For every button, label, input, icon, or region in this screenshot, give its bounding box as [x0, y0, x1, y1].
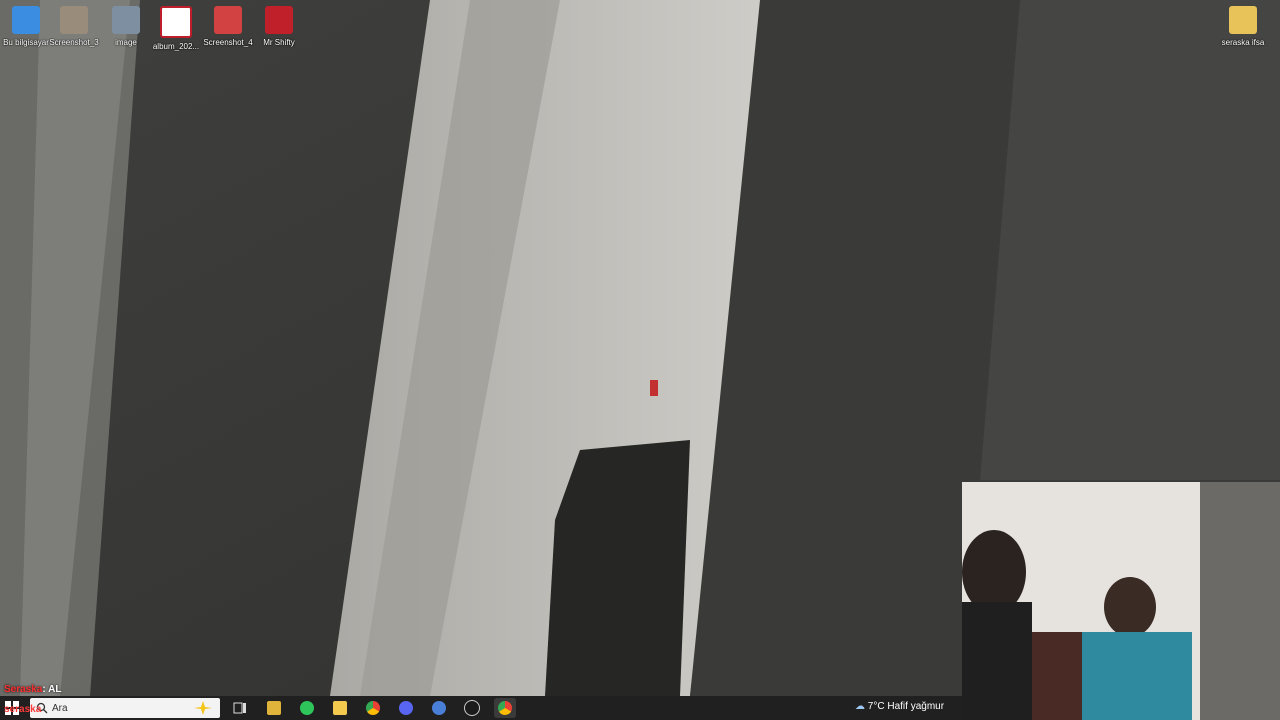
- taskbar-app-chrome-active[interactable]: [494, 698, 516, 718]
- task-view-button[interactable]: [229, 698, 251, 718]
- search-placeholder: Ara: [52, 703, 68, 714]
- folder-icon: [1229, 6, 1257, 34]
- taskbar-app-chrome[interactable]: [362, 698, 384, 718]
- desktop-icon-computer[interactable]: Bu bilgisayar: [0, 4, 52, 48]
- weather-desc: Hafif yağmur: [887, 701, 945, 712]
- stream-chat-message: Seraska: AL: [4, 684, 61, 695]
- desktop-icon-label: Bu bilgisayar: [3, 38, 49, 47]
- chrome-icon: [366, 701, 380, 715]
- whatsapp-icon: [300, 701, 314, 715]
- weather-widget[interactable]: ☁ 7°C Hafif yağmur: [855, 701, 944, 712]
- image-file-icon: [60, 6, 88, 34]
- stream-watermark: seraska: [4, 704, 42, 715]
- webcam-overlay: [962, 482, 1280, 720]
- pdf-file-icon: [160, 6, 192, 38]
- desktop-icon-screenshot-3[interactable]: Screenshot_3: [48, 4, 100, 48]
- game-shortcut-icon: [265, 6, 293, 34]
- taskbar-app-file[interactable]: [263, 698, 285, 718]
- taskbar: Ara seraska ☁ 7°C Hafif yağmur: [0, 696, 962, 720]
- taskbar-app-discord[interactable]: [395, 698, 417, 718]
- discord-icon: [399, 701, 413, 715]
- app-icon: [432, 701, 446, 715]
- desktop-icon-image[interactable]: image: [100, 4, 152, 48]
- file-icon: [267, 701, 281, 715]
- desktop-icon-mr-shifty[interactable]: Mr Shifty: [253, 4, 305, 48]
- chat-username: Seraska: [4, 684, 43, 695]
- cloud-rain-icon: ☁: [855, 701, 865, 712]
- computer-icon: [12, 6, 40, 34]
- image-file-icon: [214, 6, 242, 34]
- webcam-feed-image: [962, 482, 1280, 720]
- desktop-icon-seraska-folder[interactable]: seraska ifsa: [1217, 4, 1269, 48]
- desktop-icon-label: seraska ifsa: [1221, 38, 1265, 47]
- folder-icon: [333, 701, 347, 715]
- chrome-icon: [498, 701, 512, 715]
- desktop-icon-label: Mr Shifty: [263, 38, 295, 47]
- desktop-icon-album[interactable]: album_202...: [150, 4, 202, 52]
- taskbar-app-whatsapp[interactable]: [296, 698, 318, 718]
- taskbar-app-file-explorer[interactable]: [329, 698, 351, 718]
- climber-figure: [650, 380, 658, 396]
- weather-temp: 7°C: [867, 701, 885, 712]
- image-file-icon: [112, 6, 140, 34]
- desktop-icon-label: image: [115, 38, 137, 47]
- desktop-icon-label: Screenshot_3: [49, 38, 99, 47]
- desktop-icon-label: Screenshot_4: [203, 38, 253, 47]
- sparkle-icon: [194, 701, 212, 715]
- taskbar-search-input[interactable]: Ara: [30, 698, 220, 718]
- task-view-icon: [233, 702, 246, 714]
- app-icon: [464, 700, 480, 716]
- desktop-icon-screenshot-4[interactable]: Screenshot_4: [202, 4, 254, 48]
- desktop-icon-label: album_202...: [152, 42, 200, 51]
- taskbar-app-blue[interactable]: [428, 698, 450, 718]
- taskbar-app-steam[interactable]: [461, 698, 483, 718]
- chat-message-text: : AL: [42, 684, 62, 695]
